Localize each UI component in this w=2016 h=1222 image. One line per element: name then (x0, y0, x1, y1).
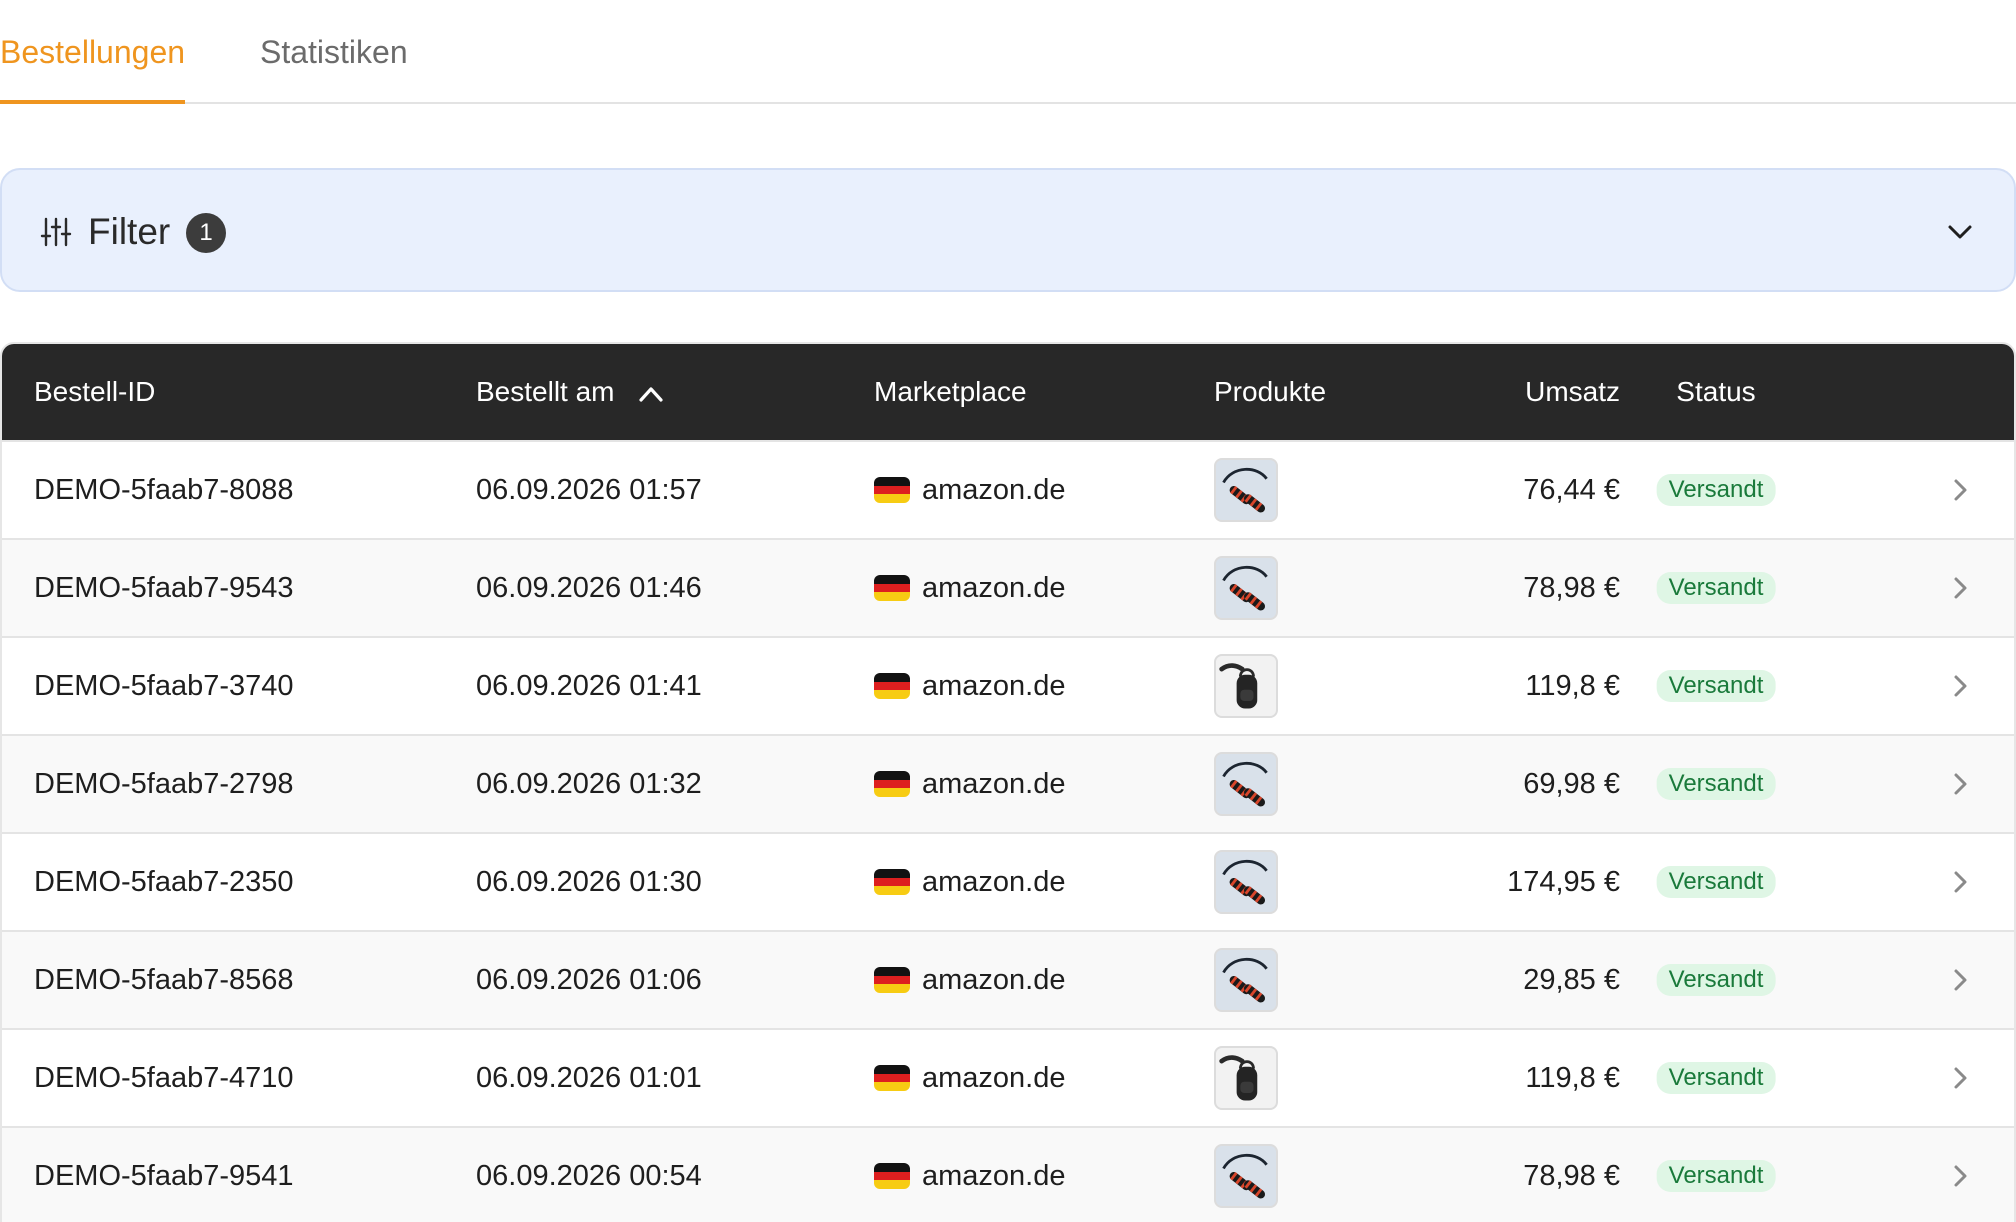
jump-rope-icon (1222, 761, 1268, 807)
chevron-right-icon[interactable] (1946, 574, 1974, 602)
chevron-right-icon[interactable] (1946, 868, 1974, 896)
table-row[interactable]: DEMO-5faab7-4710 06.09.2026 01:01 amazon… (2, 1028, 2014, 1126)
order-id: DEMO-5faab7-8088 (34, 474, 294, 506)
chevron-up-icon[interactable] (638, 385, 664, 403)
status-badge: Versandt (1656, 964, 1776, 996)
order-revenue: 174,95 € (1507, 866, 1620, 898)
jump-rope-icon (1222, 467, 1268, 513)
order-date: 06.09.2026 01:30 (476, 866, 702, 898)
chevron-right-icon[interactable] (1946, 476, 1974, 504)
chevron-right-icon[interactable] (1946, 1162, 1974, 1190)
german-flag-icon (874, 1163, 910, 1189)
filter-panel[interactable]: Filter 1 (0, 168, 2016, 292)
order-revenue: 78,98 € (1523, 1160, 1620, 1192)
product-thumbnail[interactable] (1214, 948, 1278, 1012)
product-thumbnail[interactable] (1214, 850, 1278, 914)
column-header-label: Bestellt am (476, 376, 615, 407)
table-row[interactable]: DEMO-5faab7-9541 06.09.2026 00:54 amazon… (2, 1126, 2014, 1222)
order-id: DEMO-5faab7-3740 (34, 670, 294, 702)
table-row[interactable]: DEMO-5faab7-2350 06.09.2026 01:30 amazon… (2, 832, 2014, 930)
german-flag-icon (874, 771, 910, 797)
chevron-right-icon[interactable] (1946, 966, 1974, 994)
column-header-produkte[interactable]: Produkte (1214, 344, 1326, 440)
marketplace-name: amazon.de (922, 1062, 1066, 1094)
tab-statistiken[interactable]: Statistiken (260, 30, 408, 104)
product-thumbnail[interactable] (1214, 752, 1278, 816)
german-flag-icon (874, 869, 910, 895)
german-flag-icon (874, 477, 910, 503)
jump-rope-icon (1222, 1153, 1268, 1199)
marketplace-name: amazon.de (922, 1160, 1066, 1192)
jump-rope-icon (1222, 859, 1268, 905)
marketplace-name: amazon.de (922, 768, 1066, 800)
order-revenue: 119,8 € (1525, 1062, 1620, 1094)
filter-label: Filter (88, 211, 171, 252)
column-header-status[interactable]: Status (1676, 344, 1755, 440)
order-revenue: 119,8 € (1525, 670, 1620, 702)
filter-count-badge: 1 (186, 213, 226, 253)
order-date: 06.09.2026 01:01 (476, 1062, 702, 1094)
jump-rope-icon (1222, 565, 1268, 611)
german-flag-icon (874, 673, 910, 699)
product-thumbnail[interactable] (1214, 458, 1278, 522)
status-badge: Versandt (1656, 670, 1776, 702)
order-date: 06.09.2026 01:46 (476, 572, 702, 604)
status-badge: Versandt (1656, 1062, 1776, 1094)
marketplace-name: amazon.de (922, 572, 1066, 604)
column-header-bestellt-am[interactable]: Bestellt am (476, 344, 664, 440)
backpack-icon (1219, 663, 1258, 709)
order-id: DEMO-5faab7-9543 (34, 572, 294, 604)
marketplace-name: amazon.de (922, 964, 1066, 996)
order-date: 06.09.2026 01:57 (476, 474, 702, 506)
order-date: 06.09.2026 00:54 (476, 1160, 702, 1192)
order-revenue: 29,85 € (1523, 964, 1620, 996)
tab-bar: Bestellungen Statistiken (0, 0, 2016, 104)
tab-bestellungen[interactable]: Bestellungen (0, 30, 186, 104)
table-body: DEMO-5faab7-8088 06.09.2026 01:57 amazon… (2, 440, 2014, 1222)
status-badge: Versandt (1656, 1160, 1776, 1192)
table-row[interactable]: DEMO-5faab7-9543 06.09.2026 01:46 amazon… (2, 538, 2014, 636)
chevron-right-icon[interactable] (1946, 770, 1974, 798)
orders-table: Bestell-ID Bestellt am Marketplace Produ… (0, 342, 2016, 1222)
column-header-bestell-id[interactable]: Bestell-ID (34, 344, 155, 440)
table-header: Bestell-ID Bestellt am Marketplace Produ… (2, 344, 2014, 440)
marketplace-name: amazon.de (922, 670, 1066, 702)
table-row[interactable]: DEMO-5faab7-8568 06.09.2026 01:06 amazon… (2, 930, 2014, 1028)
order-revenue: 78,98 € (1523, 572, 1620, 604)
status-badge: Versandt (1656, 866, 1776, 898)
status-badge: Versandt (1656, 768, 1776, 800)
table-row[interactable]: DEMO-5faab7-8088 06.09.2026 01:57 amazon… (2, 440, 2014, 538)
table-row[interactable]: DEMO-5faab7-3740 06.09.2026 01:41 amazon… (2, 636, 2014, 734)
german-flag-icon (874, 1065, 910, 1091)
order-id: DEMO-5faab7-2350 (34, 866, 294, 898)
status-badge: Versandt (1656, 474, 1776, 506)
jump-rope-icon (1222, 957, 1268, 1003)
column-header-marketplace[interactable]: Marketplace (874, 344, 1027, 440)
order-date: 06.09.2026 01:06 (476, 964, 702, 996)
marketplace-name: amazon.de (922, 474, 1066, 506)
order-id: DEMO-5faab7-8568 (34, 964, 294, 996)
order-revenue: 76,44 € (1523, 474, 1620, 506)
product-thumbnail[interactable] (1214, 556, 1278, 620)
chevron-down-icon[interactable] (1944, 216, 1976, 248)
status-badge: Versandt (1656, 572, 1776, 604)
column-header-umsatz[interactable]: Umsatz (1525, 344, 1620, 440)
order-revenue: 69,98 € (1523, 768, 1620, 800)
table-row[interactable]: DEMO-5faab7-2798 06.09.2026 01:32 amazon… (2, 734, 2014, 832)
marketplace-name: amazon.de (922, 866, 1066, 898)
sliders-icon (40, 217, 72, 247)
order-date: 06.09.2026 01:32 (476, 768, 702, 800)
order-id: DEMO-5faab7-2798 (34, 768, 294, 800)
order-id: DEMO-5faab7-4710 (34, 1062, 294, 1094)
german-flag-icon (874, 967, 910, 993)
chevron-right-icon[interactable] (1946, 1064, 1974, 1092)
backpack-icon (1219, 1055, 1258, 1101)
order-id: DEMO-5faab7-9541 (34, 1160, 294, 1192)
german-flag-icon (874, 575, 910, 601)
product-thumbnail[interactable] (1214, 1046, 1278, 1110)
product-thumbnail[interactable] (1214, 654, 1278, 718)
product-thumbnail[interactable] (1214, 1144, 1278, 1208)
chevron-right-icon[interactable] (1946, 672, 1974, 700)
order-date: 06.09.2026 01:41 (476, 670, 702, 702)
